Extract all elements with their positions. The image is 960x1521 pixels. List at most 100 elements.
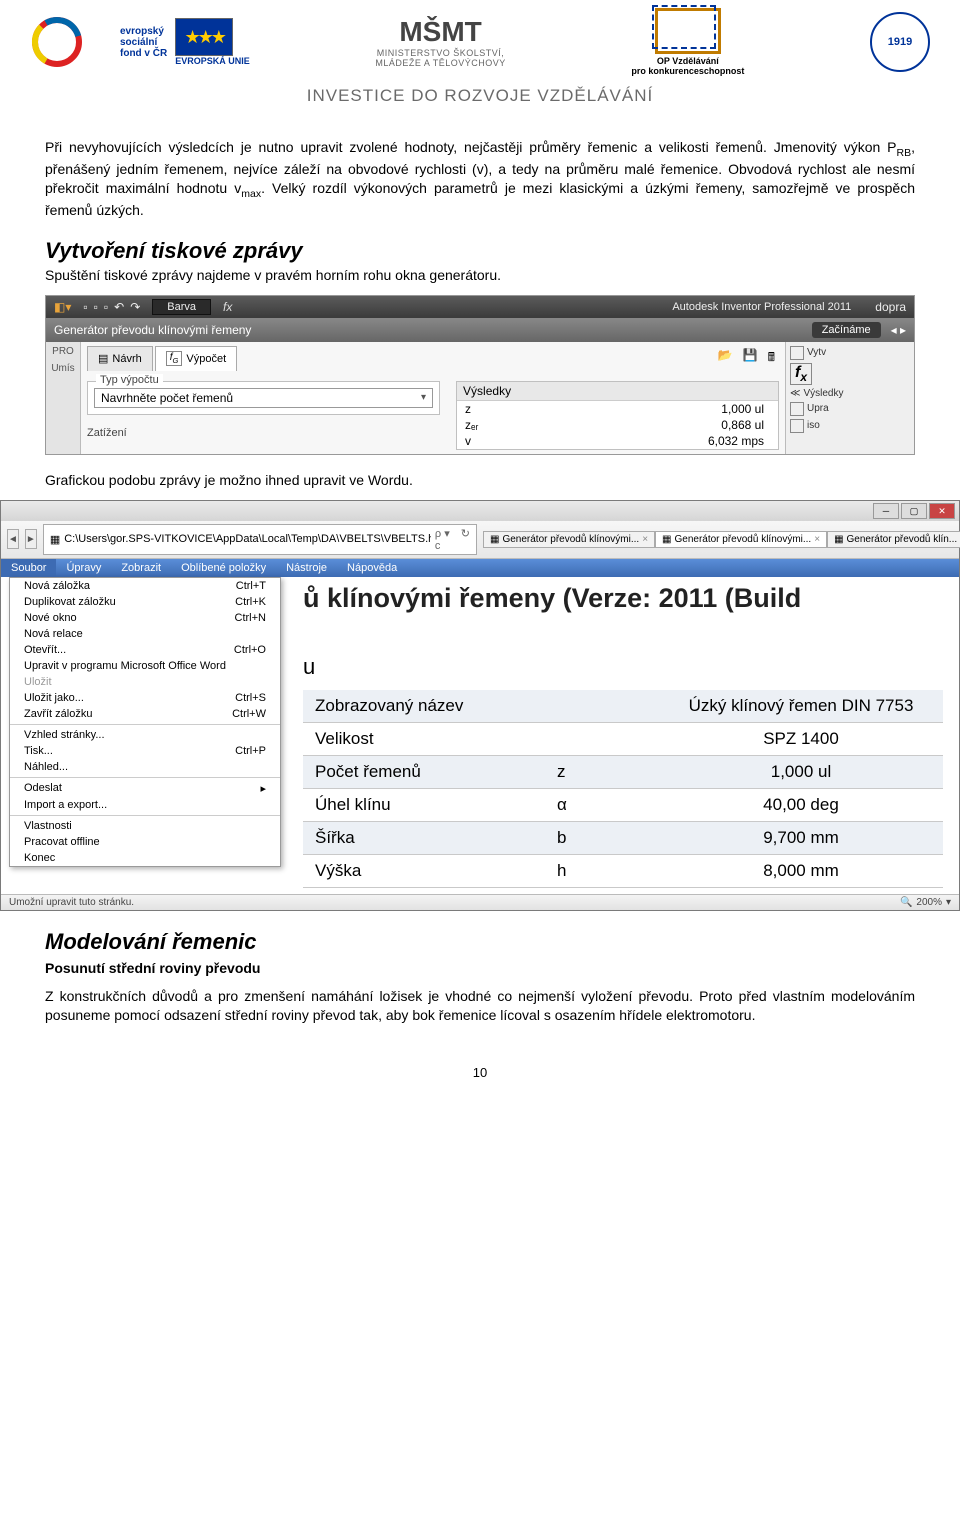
browser-tab[interactable]: ▦Generátor převodů klín...× bbox=[827, 531, 960, 548]
inventor-titlebar: ◧▾ ▫ ▫ ▫ ↶ ↷ Barva fx Autodesk Inventor … bbox=[46, 296, 914, 318]
browser-tab[interactable]: ▦Generátor převodů klínovými...× bbox=[483, 531, 655, 548]
ie-content: ů klínovými řemeny (Verze: 2011 (Build u… bbox=[287, 577, 959, 894]
sheet-icon: ▤ bbox=[98, 352, 108, 365]
folder-open-icon[interactable]: 📂 bbox=[714, 346, 737, 371]
logo-bar: evropský sociální fond v ČR ★★★ EVROPSKÁ… bbox=[0, 0, 960, 80]
paragraph-word: Grafickou podobu zprávy je možno ihned u… bbox=[45, 471, 915, 490]
menu-item[interactable]: Otevřít...Ctrl+O bbox=[10, 642, 280, 658]
menu-item[interactable]: Vzhled stránky... bbox=[10, 727, 280, 743]
menu-item[interactable]: Konec bbox=[10, 850, 280, 866]
report-row: Šířkab9,700 mm bbox=[303, 821, 943, 854]
left-strip: PRO Umís bbox=[46, 342, 81, 454]
undo-icon[interactable]: ↶ bbox=[114, 300, 124, 314]
generator-bar: Generátor převodu klínovými řemeny Začín… bbox=[46, 318, 914, 342]
menu-soubor[interactable]: Soubor bbox=[1, 559, 56, 577]
page-number: 10 bbox=[0, 1035, 960, 1100]
fieldset-typ-vypoctu: Typ výpočtu Navrhněte počet řemenů ▾ bbox=[87, 381, 440, 415]
product-right: dopra bbox=[875, 300, 906, 314]
menu-item[interactable]: Odeslat▸ bbox=[10, 780, 280, 797]
logo-esf: evropský sociální fond v ČR ★★★ EVROPSKÁ… bbox=[30, 15, 250, 69]
address-bar[interactable]: ▦ C:\Users\gor.SPS-VITKOVICE\AppData\Loc… bbox=[43, 524, 477, 555]
menu-item: Uložit bbox=[10, 674, 280, 690]
menu-napoveda[interactable]: Nápověda bbox=[337, 559, 407, 577]
results-row: v6,032 mps bbox=[457, 433, 778, 449]
menu-item[interactable]: Nové oknoCtrl+N bbox=[10, 610, 280, 626]
menu-item[interactable]: Nová relace bbox=[10, 626, 280, 642]
inventor-window: ◧▾ ▫ ▫ ▫ ↶ ↷ Barva fx Autodesk Inventor … bbox=[45, 295, 915, 455]
panel-item[interactable]: Upra bbox=[790, 402, 910, 416]
report-row: Úhel klínuα40,00 deg bbox=[303, 788, 943, 821]
menu-item[interactable]: Pracovat offline bbox=[10, 834, 280, 850]
menu-upravy[interactable]: Úpravy bbox=[56, 559, 111, 577]
generator-title: Generátor převodu klínovými řemeny bbox=[54, 323, 251, 337]
app-menu-icon[interactable]: ◧▾ bbox=[54, 300, 71, 314]
menu-item[interactable]: Uložit jako...Ctrl+S bbox=[10, 690, 280, 706]
esf-text: evropský bbox=[120, 26, 167, 37]
close-icon[interactable]: × bbox=[814, 534, 820, 545]
save-small-icon[interactable]: 💾 bbox=[739, 346, 762, 371]
results-panel: Výsledky z1,000 ul zₑᵣ0,868 ul v6,032 mp… bbox=[456, 381, 779, 450]
open-icon[interactable]: ▫ bbox=[94, 300, 98, 314]
fx-big-icon[interactable]: fx bbox=[790, 363, 812, 385]
report-row: Zobrazovaný názevÚzký klínový řemen DIN … bbox=[303, 690, 943, 723]
new-icon[interactable]: ▫ bbox=[83, 300, 87, 314]
tab-vypocet[interactable]: fG Výpočet bbox=[155, 346, 237, 371]
logo-op: OP Vzdělávání pro konkurenceschopnost bbox=[631, 8, 744, 76]
panel-item[interactable]: ≪Výsledky bbox=[790, 388, 910, 399]
save-icon[interactable]: ▫ bbox=[104, 300, 108, 314]
minimize-button[interactable]: ─ bbox=[873, 503, 899, 519]
op-box-icon bbox=[655, 8, 721, 54]
tab-icon: ▦ bbox=[662, 534, 671, 545]
heading-report: Vytvoření tiskové zprávy bbox=[45, 238, 915, 264]
square-icon bbox=[790, 346, 804, 360]
results-table: z1,000 ul zₑᵣ0,868 ul v6,032 mps bbox=[457, 401, 778, 449]
gear-year-icon: 1919 bbox=[870, 12, 930, 72]
menu-item[interactable]: Zavřít záložkuCtrl+W bbox=[10, 706, 280, 722]
redo-icon[interactable]: ↷ bbox=[130, 300, 140, 314]
calc-icon[interactable]: 🖩 bbox=[764, 346, 779, 371]
report-row: Počet řemenůz1,000 ul bbox=[303, 755, 943, 788]
ribbon-right[interactable]: Začínáme bbox=[812, 322, 881, 338]
color-selector[interactable]: Barva bbox=[152, 299, 211, 315]
file-menu: Nová záložkaCtrl+TDuplikovat záložkuCtrl… bbox=[9, 577, 281, 867]
close-button[interactable]: ✕ bbox=[929, 503, 955, 519]
menu-item[interactable]: Upravit v programu Microsoft Office Word bbox=[10, 658, 280, 674]
fx-field-icon[interactable]: fx bbox=[223, 300, 232, 314]
dropdown-typ-vypoctu[interactable]: Navrhněte počet řemenů ▾ bbox=[94, 388, 433, 408]
menu-item[interactable]: Vlastnosti bbox=[10, 818, 280, 834]
tab-navrh[interactable]: ▤ Návrh bbox=[87, 346, 153, 371]
esf-swirl-icon bbox=[30, 15, 112, 69]
menu-item[interactable]: Import a export... bbox=[10, 797, 280, 813]
product-name: Autodesk Inventor Professional 2011 bbox=[672, 301, 851, 313]
design-tabs: ▤ Návrh fG Výpočet 📂 💾 🖩 bbox=[87, 346, 779, 371]
close-icon[interactable]: × bbox=[642, 534, 648, 545]
nav-back-button[interactable]: ◄ bbox=[7, 529, 19, 549]
report-table: Zobrazovaný názevÚzký klínový řemen DIN … bbox=[303, 690, 943, 888]
ie-window: ─ ▢ ✕ ◄ ► ▦ C:\Users\gor.SPS-VITKOVICE\A… bbox=[0, 500, 960, 911]
menu-item[interactable]: Nová záložkaCtrl+T bbox=[10, 578, 280, 594]
menu-oblibene[interactable]: Oblíbené položky bbox=[171, 559, 276, 577]
msmt-icon: MŠMT bbox=[375, 16, 505, 48]
page-icon: ▦ bbox=[50, 533, 60, 546]
browser-tabs: ▦Generátor převodů klínovými...× ▦Generá… bbox=[483, 531, 960, 548]
panel-item[interactable]: Vytv bbox=[790, 346, 910, 360]
panel-item[interactable]: iso bbox=[790, 419, 910, 433]
caption-u: u bbox=[303, 654, 943, 680]
menu-item[interactable]: Duplikovat záložkuCtrl+K bbox=[10, 594, 280, 610]
eu-flag-icon: ★★★ bbox=[175, 18, 233, 56]
tagline: INVESTICE DO ROZVOJE VZDĚLÁVÁNÍ bbox=[0, 80, 960, 128]
subheading-posunuti: Posunutí střední roviny převodu bbox=[45, 959, 915, 978]
maximize-button[interactable]: ▢ bbox=[901, 503, 927, 519]
paragraph-intro: Při nevyhovujících výsledcích je nutno u… bbox=[45, 138, 915, 220]
menu-zobrazit[interactable]: Zobrazit bbox=[111, 559, 171, 577]
nav-fwd-button[interactable]: ► bbox=[25, 529, 37, 549]
menu-item[interactable]: Tisk...Ctrl+P bbox=[10, 743, 280, 759]
zoom-control[interactable]: 🔍 200% ▾ bbox=[900, 897, 951, 908]
refresh-icon[interactable]: ↻ bbox=[461, 527, 470, 552]
browser-tab[interactable]: ▦Generátor převodů klínovými...× bbox=[655, 531, 827, 548]
status-text: Umožní upravit tuto stránku. bbox=[9, 897, 134, 908]
chevron-icon[interactable]: ◂ ▸ bbox=[891, 323, 906, 337]
menu-item[interactable]: Náhled... bbox=[10, 759, 280, 775]
search-controls[interactable]: ρ ▾ c↻ bbox=[435, 527, 470, 552]
menu-nastroje[interactable]: Nástroje bbox=[276, 559, 337, 577]
